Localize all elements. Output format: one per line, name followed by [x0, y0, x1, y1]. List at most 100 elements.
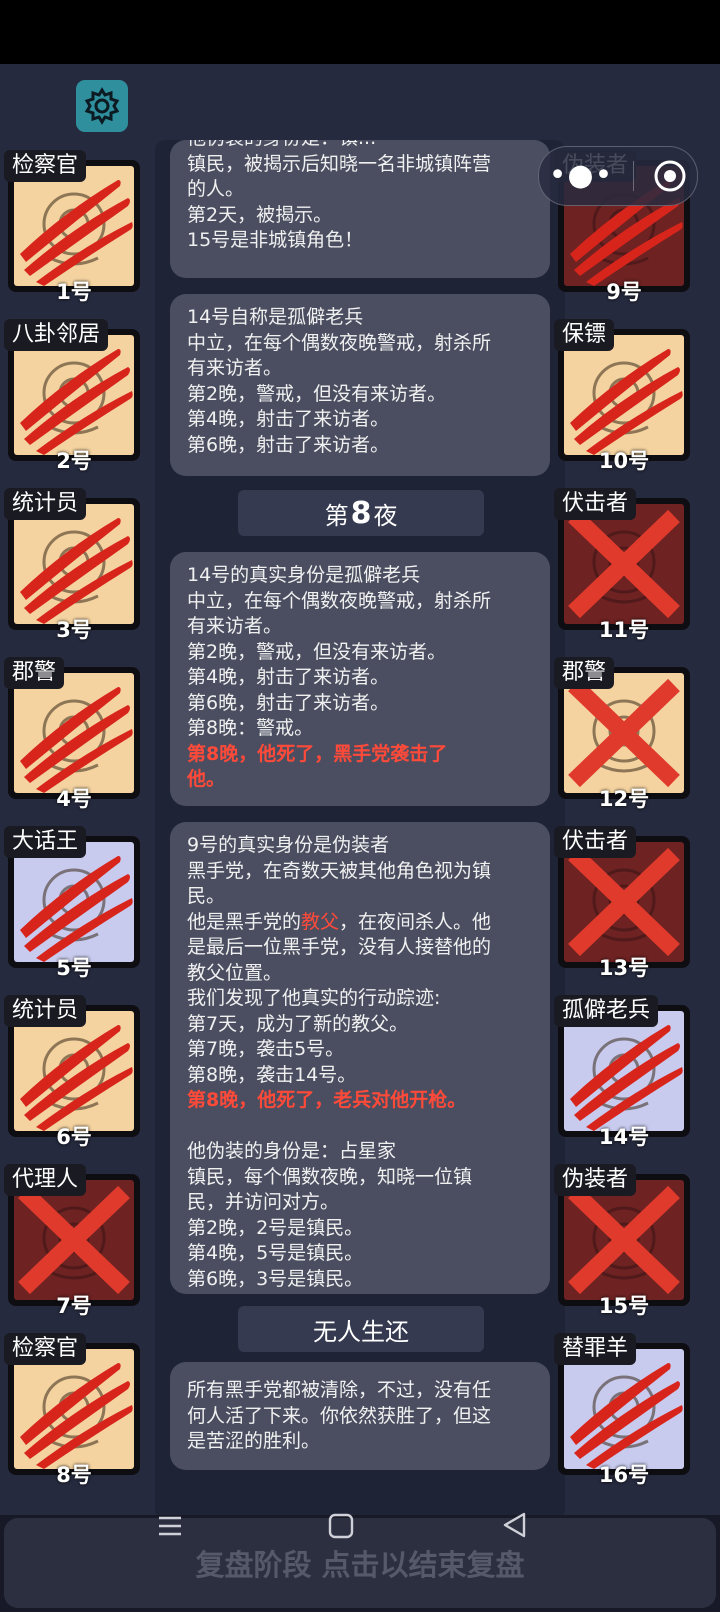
log-line: 镇民，每个偶数夜晚，知晓一位镇: [187, 1165, 473, 1188]
player-card-left-4[interactable]: 郡警 4号: [4, 657, 140, 811]
log-line: 有来访者。: [187, 357, 283, 379]
role-portrait: [564, 504, 684, 624]
log-line: 教父位置。: [187, 961, 283, 984]
log-line: 民。: [187, 885, 226, 907]
player-card-left-5[interactable]: 大话王 5号: [4, 826, 140, 980]
player-number: 6号: [56, 1125, 92, 1149]
player-card-left-2[interactable]: 八卦邻居 2号: [4, 319, 140, 473]
player-number: 1号: [56, 280, 92, 304]
no-survivors-header: 无人生还: [238, 1306, 484, 1352]
role-label: 代理人: [4, 1164, 87, 1196]
back-nav-icon[interactable]: [500, 1510, 528, 1540]
night-prefix: 第: [324, 501, 349, 530]
player-card-right-6[interactable]: 孤僻老兵 14号: [554, 995, 690, 1149]
role-portrait: [14, 1011, 134, 1131]
role-portrait: [14, 335, 134, 455]
role-label: 孤僻老兵: [554, 995, 659, 1027]
player-card-right-5[interactable]: 伏击者 13号: [554, 826, 690, 980]
player-card-right-8[interactable]: 替罪羊 16号: [554, 1333, 690, 1487]
role-label: 统计员: [4, 488, 87, 520]
death-line: 他。: [187, 768, 226, 790]
log-line: 民，并访问对方。: [187, 1191, 340, 1213]
log-line: 是苦涩的胜利。: [187, 1430, 321, 1452]
role-portrait: [14, 1180, 134, 1300]
gear-icon: [84, 87, 120, 125]
player-number: 9号: [606, 280, 642, 304]
log-card-disguiser-claim: 他伪装的身份是：镇... 镇民，被揭示后知晓一名非城镇阵营 的人。 第2天，被揭…: [170, 140, 550, 278]
player-number: 12号: [598, 787, 650, 811]
player-card-right-2[interactable]: 保镖 10号: [554, 319, 690, 473]
role-label: 大话王: [4, 826, 87, 858]
miniprogram-capsule: •●•: [538, 146, 698, 206]
log-line: 的人。: [187, 178, 245, 200]
log-line: 中立，在每个偶数夜晚警戒，射杀所: [187, 589, 492, 612]
menu-nav-icon[interactable]: [156, 1512, 184, 1540]
role-portrait: [564, 1180, 684, 1300]
log-line: 第6晚，射击了来访者。: [187, 433, 390, 456]
log-card-result: 所有黑手党都被清除，不过，没有任 何人活了下来。你依然获胜了，但这 是苦涩的胜利…: [170, 1362, 550, 1470]
log-line: 黑手党，在奇数天被其他角色视为镇: [187, 859, 492, 882]
player-number: 2号: [56, 449, 92, 473]
target-close-icon[interactable]: [653, 159, 687, 193]
player-number: 4号: [56, 787, 92, 811]
log-line: 他伪装的身份是：占星家: [187, 1140, 397, 1162]
log-text: 他是黑手党的: [187, 910, 302, 933]
log-line: 9号的真实身份是伪装者: [187, 834, 390, 856]
player-card-left-6[interactable]: 统计员 6号: [4, 995, 140, 1149]
role-portrait: [14, 166, 134, 286]
godfather-highlight: 教父: [301, 910, 340, 933]
role-label: 统计员: [4, 995, 87, 1027]
role-label: 伏击者: [554, 826, 637, 858]
player-card-right-3[interactable]: 伏击者 11号: [554, 488, 690, 642]
player-card-left-8[interactable]: 检察官 8号: [4, 1333, 140, 1487]
capsule-divider: [632, 161, 634, 191]
player-card-left-7[interactable]: 代理人 7号: [4, 1164, 140, 1318]
night-suffix: 夜: [373, 501, 398, 530]
log-card-veteran-claim: 14号自称是孤僻老兵 中立，在每个偶数夜晚警戒，射杀所 有来访者。 第2晚，警戒…: [170, 294, 550, 476]
role-label: 保镖: [554, 319, 615, 351]
no-survivors-label: 无人生还: [313, 1317, 409, 1346]
more-dots-icon[interactable]: •●•: [549, 161, 614, 191]
death-line: 第8晚，他死了，黑手党袭击了: [187, 742, 448, 765]
player-card-right-4[interactable]: 郡警 12号: [554, 657, 690, 811]
role-portrait: [14, 504, 134, 624]
player-number: 11号: [598, 618, 650, 642]
role-portrait: [564, 842, 684, 962]
log-line: 有来访者。: [187, 615, 283, 637]
home-nav-icon[interactable]: [327, 1512, 355, 1540]
log-line: 他伪装的身份是：镇...: [187, 140, 534, 152]
player-number: 14号: [598, 1125, 650, 1149]
role-label: 伏击者: [554, 488, 637, 520]
player-card-right-7[interactable]: 伪装者 15号: [554, 1164, 690, 1318]
role-label: 替罪羊: [554, 1333, 637, 1365]
log-line: 镇民，被揭示后知晓一名非城镇阵营: [187, 152, 492, 175]
player-card-left-1[interactable]: 检察官 1号: [4, 150, 140, 304]
log-line: 何人活了下来。你依然获胜了，但这: [187, 1404, 492, 1427]
role-label: 郡警: [554, 657, 615, 689]
log-line: 第2晚，警戒，但没有来访者。: [187, 382, 447, 405]
log-line: 14号的真实身份是孤僻老兵: [187, 564, 421, 586]
role-label: 检察官: [4, 1333, 87, 1365]
role-label: 伪装者: [554, 1164, 637, 1196]
role-portrait: [14, 1349, 134, 1469]
night-number: 8: [350, 495, 372, 531]
player-number: 10号: [598, 449, 650, 473]
settings-button[interactable]: [76, 80, 128, 132]
player-number: 3号: [56, 618, 92, 642]
player-number: 15号: [598, 1294, 650, 1318]
end-review-button[interactable]: 复盘阶段 点击以结束复盘: [4, 1518, 716, 1608]
log-line: 第6晚，3号是镇民。: [187, 1267, 364, 1290]
player-card-left-3[interactable]: 统计员 3号: [4, 488, 140, 642]
log-line: 中立，在每个偶数夜晚警戒，射杀所: [187, 331, 492, 354]
player-number: 7号: [56, 1294, 92, 1318]
log-line: 是最后一位黑手党，没有人接替他的: [187, 936, 492, 958]
role-label: 八卦邻居: [4, 319, 109, 351]
role-portrait: [14, 842, 134, 962]
log-line: 他是黑手党的教父，在夜间杀人。他: [187, 910, 534, 936]
status-bar: [0, 0, 720, 64]
log-line: 第7晚，袭击5号。: [187, 1038, 345, 1060]
role-portrait: [564, 1349, 684, 1469]
role-portrait: [564, 673, 684, 793]
log-line: 第6晚，射击了来访者。: [187, 691, 390, 714]
